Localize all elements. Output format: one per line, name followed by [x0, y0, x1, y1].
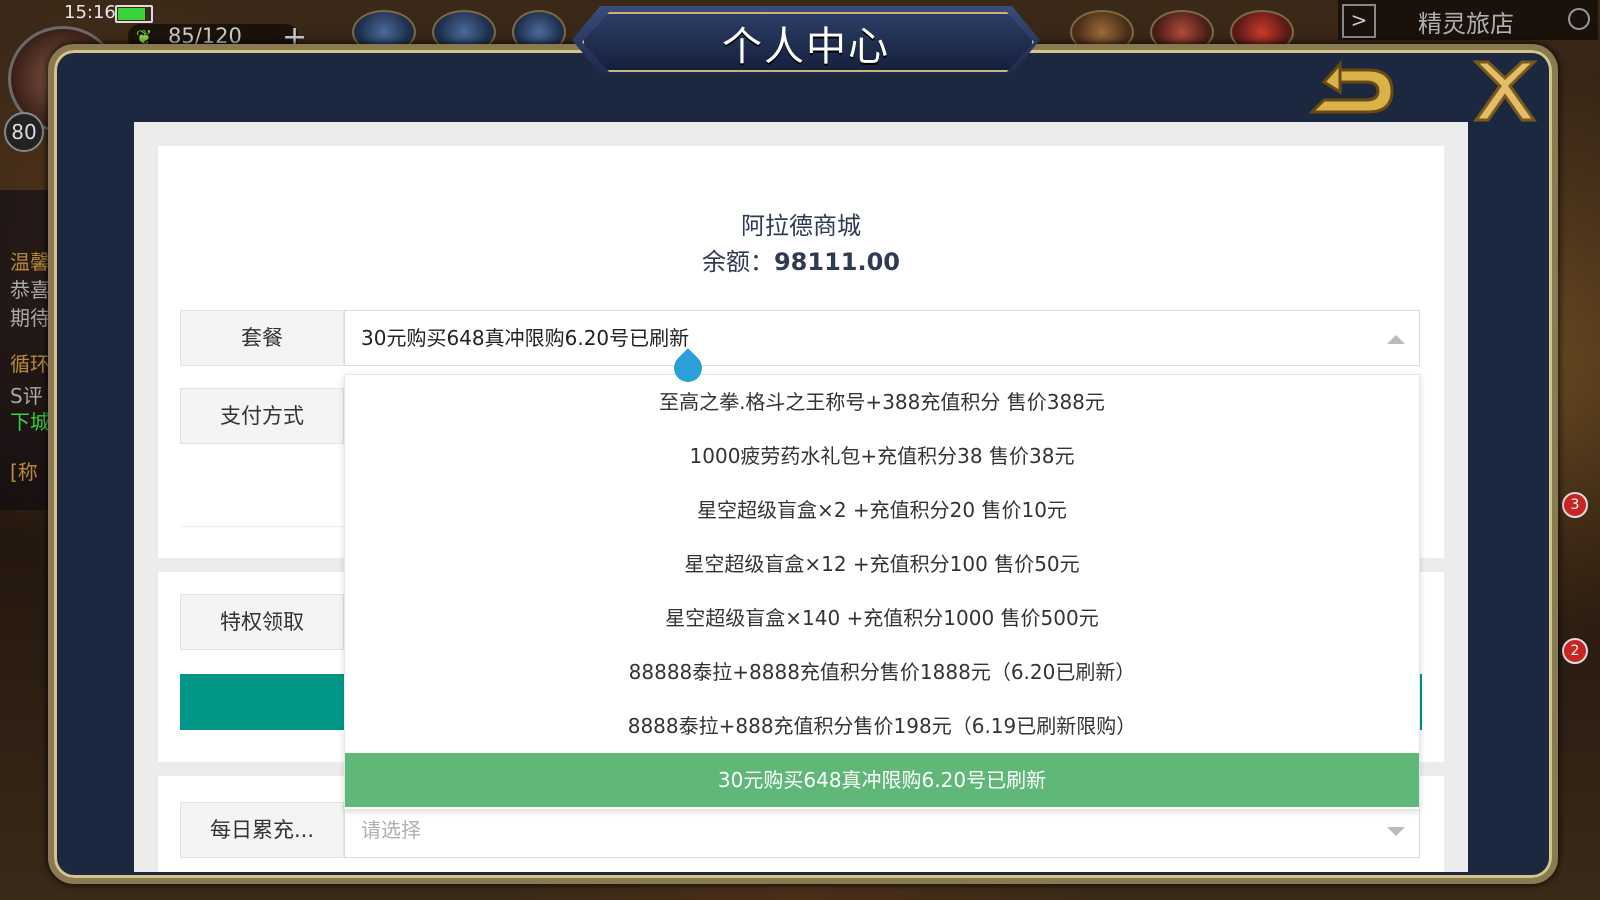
- caret-up-icon: [1387, 335, 1405, 344]
- notification-badge: 3: [1562, 492, 1588, 518]
- balance-value: 98111.00: [773, 248, 900, 276]
- caret-down-icon: [1387, 827, 1405, 836]
- dropdown-item[interactable]: 1000疲劳药水礼包+充值积分38 售价38元: [345, 429, 1419, 483]
- dropdown-item[interactable]: 88888泰拉+8888充值积分售价1888元（6.20已刷新）: [345, 645, 1419, 699]
- search-icon[interactable]: [1568, 8, 1590, 30]
- dropdown-item[interactable]: 星空超级盲盒×12 +充值积分100 售价50元: [345, 537, 1419, 591]
- daily-recharge-label: 每日累充...: [180, 802, 344, 858]
- package-select[interactable]: 30元购买648真冲限购6.20号已刷新: [344, 310, 1420, 366]
- back-arrow-icon: [1308, 68, 1394, 114]
- close-icon: [1472, 60, 1538, 122]
- package-select-value: 30元购买648真冲限购6.20号已刷新: [361, 326, 690, 350]
- side-text-2: 恭喜: [10, 278, 50, 302]
- dropdown-item-selected[interactable]: 30元购买648真冲限购6.20号已刷新: [345, 753, 1419, 807]
- expand-arrow-icon[interactable]: >: [1342, 4, 1376, 38]
- side-text-6: 下城: [10, 410, 50, 434]
- clock: 15:16: [64, 2, 116, 23]
- package-dropdown: 至高之拳.格斗之王称号+388充值积分 售价388元 1000疲劳药水礼包+充值…: [344, 374, 1420, 810]
- dropdown-item[interactable]: 8888泰拉+888充值积分售价198元（6.19已刷新限购）: [345, 699, 1419, 753]
- modal-title: 个人中心: [722, 24, 890, 70]
- balance-label: 余额：: [701, 248, 774, 276]
- package-label: 套餐: [180, 310, 344, 366]
- balance: 余额：98111.00: [158, 242, 1444, 277]
- daily-recharge-placeholder: 请选择: [361, 818, 421, 842]
- side-text-7: [称: [10, 460, 38, 484]
- side-text-4: 循环: [10, 352, 50, 376]
- web-content: 阿拉德商城 余额：98111.00 套餐 30元购买648真冲限购6.20号已刷…: [134, 122, 1468, 872]
- dropdown-item[interactable]: 至高之拳.格斗之王称号+388充值积分 售价388元: [345, 375, 1419, 429]
- dropdown-item[interactable]: 星空超级盲盒×140 +充值积分1000 售价500元: [345, 591, 1419, 645]
- side-text-5: S评: [10, 384, 43, 408]
- notification-badge: 2: [1562, 638, 1588, 664]
- privilege-label: 特权领取: [180, 594, 344, 650]
- side-text-1: 温馨: [10, 250, 50, 274]
- payment-option-row: [180, 458, 344, 527]
- shop-label[interactable]: 精灵旅店: [1418, 4, 1514, 39]
- daily-recharge-select[interactable]: 请选择: [344, 802, 1420, 858]
- dropdown-item[interactable]: 星空超级盲盒×2 +充值积分20 售价10元: [345, 483, 1419, 537]
- side-text-3: 期待: [10, 306, 50, 330]
- shop-name: 阿拉德商城: [741, 212, 861, 240]
- player-level: 80: [4, 112, 44, 152]
- back-button[interactable]: [1306, 60, 1400, 122]
- battery-icon: [115, 5, 153, 23]
- close-button[interactable]: [1470, 56, 1540, 126]
- payment-label: 支付方式: [180, 388, 344, 444]
